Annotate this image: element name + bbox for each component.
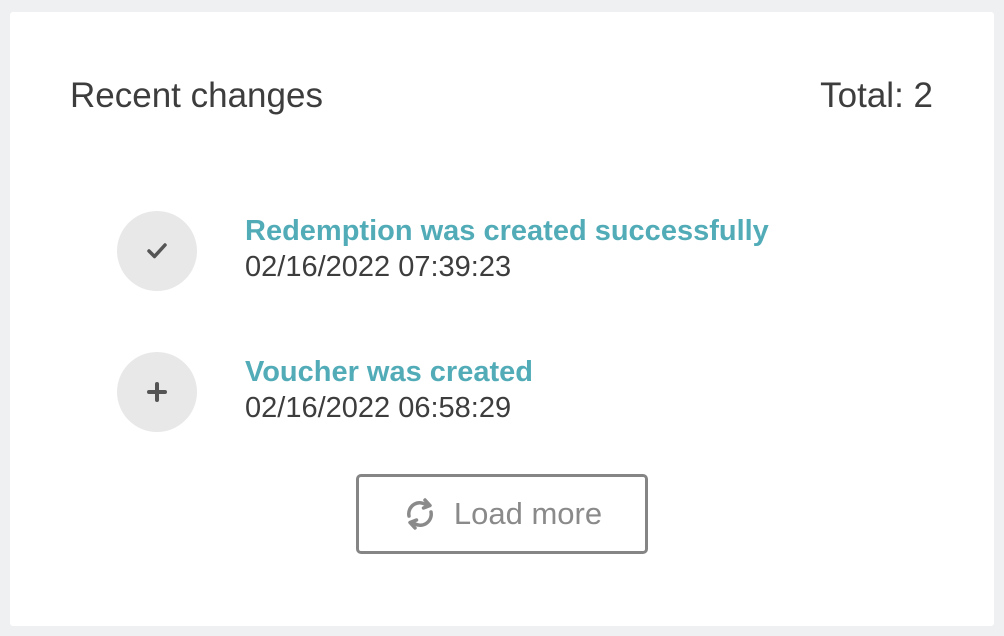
change-text: Redemption was created successfully 02/1… xyxy=(245,213,769,285)
checkmark-icon xyxy=(117,211,197,291)
change-text: Voucher was created 02/16/2022 06:58:29 xyxy=(245,354,533,426)
load-more-button[interactable]: Load more xyxy=(356,474,648,554)
total-count: Total: 2 xyxy=(820,76,933,115)
panel-title: Recent changes xyxy=(70,76,323,115)
recent-changes-panel: Recent changes Total: 2 Redemption was c… xyxy=(10,12,994,626)
change-date: 02/16/2022 07:39:23 xyxy=(245,251,512,283)
load-more-label: Load more xyxy=(453,496,603,531)
refresh-icon xyxy=(402,496,438,532)
change-title[interactable]: Voucher was created xyxy=(245,354,533,390)
change-date: 02/16/2022 06:58:29 xyxy=(245,392,512,424)
change-item: Voucher was created 02/16/2022 06:58:29 xyxy=(117,352,877,432)
change-item: Redemption was created successfully 02/1… xyxy=(117,211,877,291)
change-title[interactable]: Redemption was created successfully xyxy=(245,213,769,249)
plus-icon xyxy=(117,352,197,432)
